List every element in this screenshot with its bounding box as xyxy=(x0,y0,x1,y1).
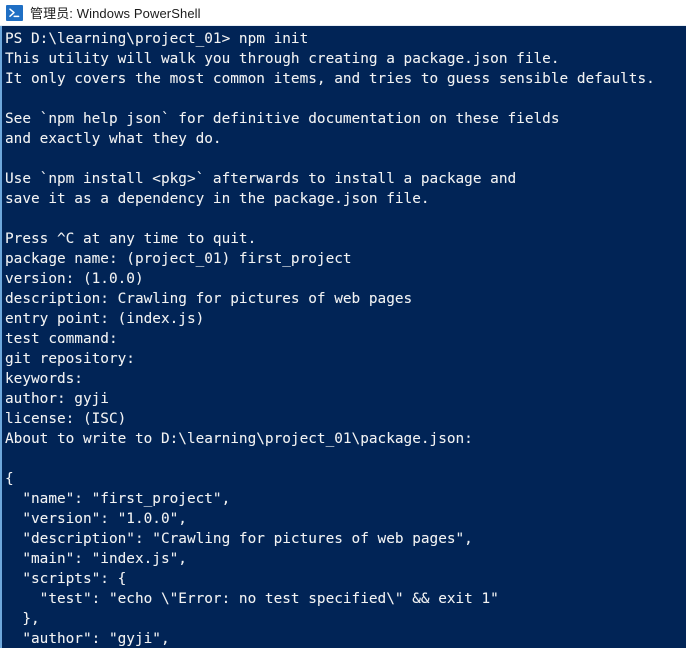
console-line: About to write to D:\learning\project_01… xyxy=(5,431,473,447)
console-output-area[interactable]: PS D:\learning\project_01> npm init This … xyxy=(0,26,686,648)
console-line: PS D:\learning\project_01> npm init xyxy=(5,31,309,47)
window-titlebar[interactable]: 管理员: Windows PowerShell xyxy=(0,0,686,26)
console-line: }, xyxy=(5,611,40,627)
console-line: "version": "1.0.0", xyxy=(5,511,187,527)
console-line: license: (ISC) xyxy=(5,411,127,427)
powershell-window: 管理员: Windows PowerShell PS D:\learning\p… xyxy=(0,0,686,648)
console-line: "description": "Crawling for pictures of… xyxy=(5,531,473,547)
console-line: "name": "first_project", xyxy=(5,491,231,507)
console-line: author: gyji xyxy=(5,391,109,407)
console-line: Use `npm install <pkg>` afterwards to in… xyxy=(5,171,517,187)
console-line: version: (1.0.0) xyxy=(5,271,144,287)
console-line: entry point: (index.js) xyxy=(5,311,205,327)
console-line: Press ^C at any time to quit. xyxy=(5,231,257,247)
console-line: "test": "echo \"Error: no test specified… xyxy=(5,591,499,607)
console-line: See `npm help json` for definitive docum… xyxy=(5,111,560,127)
console-line: package name: (project_01) first_project xyxy=(5,251,352,267)
console-line: test command: xyxy=(5,331,118,347)
console-line: "author": "gyji", xyxy=(5,631,170,647)
console-line: "main": "index.js", xyxy=(5,551,187,567)
console-line: This utility will walk you through creat… xyxy=(5,51,560,67)
console-line: description: Crawling for pictures of we… xyxy=(5,291,413,307)
console-line: "scripts": { xyxy=(5,571,127,587)
window-title: 管理员: Windows PowerShell xyxy=(30,6,201,21)
console-line: It only covers the most common items, an… xyxy=(5,71,655,87)
console-line: save it as a dependency in the package.j… xyxy=(5,191,430,207)
console-line: and exactly what they do. xyxy=(5,131,222,147)
powershell-icon xyxy=(6,4,23,21)
console-line: { xyxy=(5,471,14,487)
console-line: keywords: xyxy=(5,371,83,387)
console-text: PS D:\learning\project_01> npm init This … xyxy=(2,26,686,648)
console-line: git repository: xyxy=(5,351,135,367)
